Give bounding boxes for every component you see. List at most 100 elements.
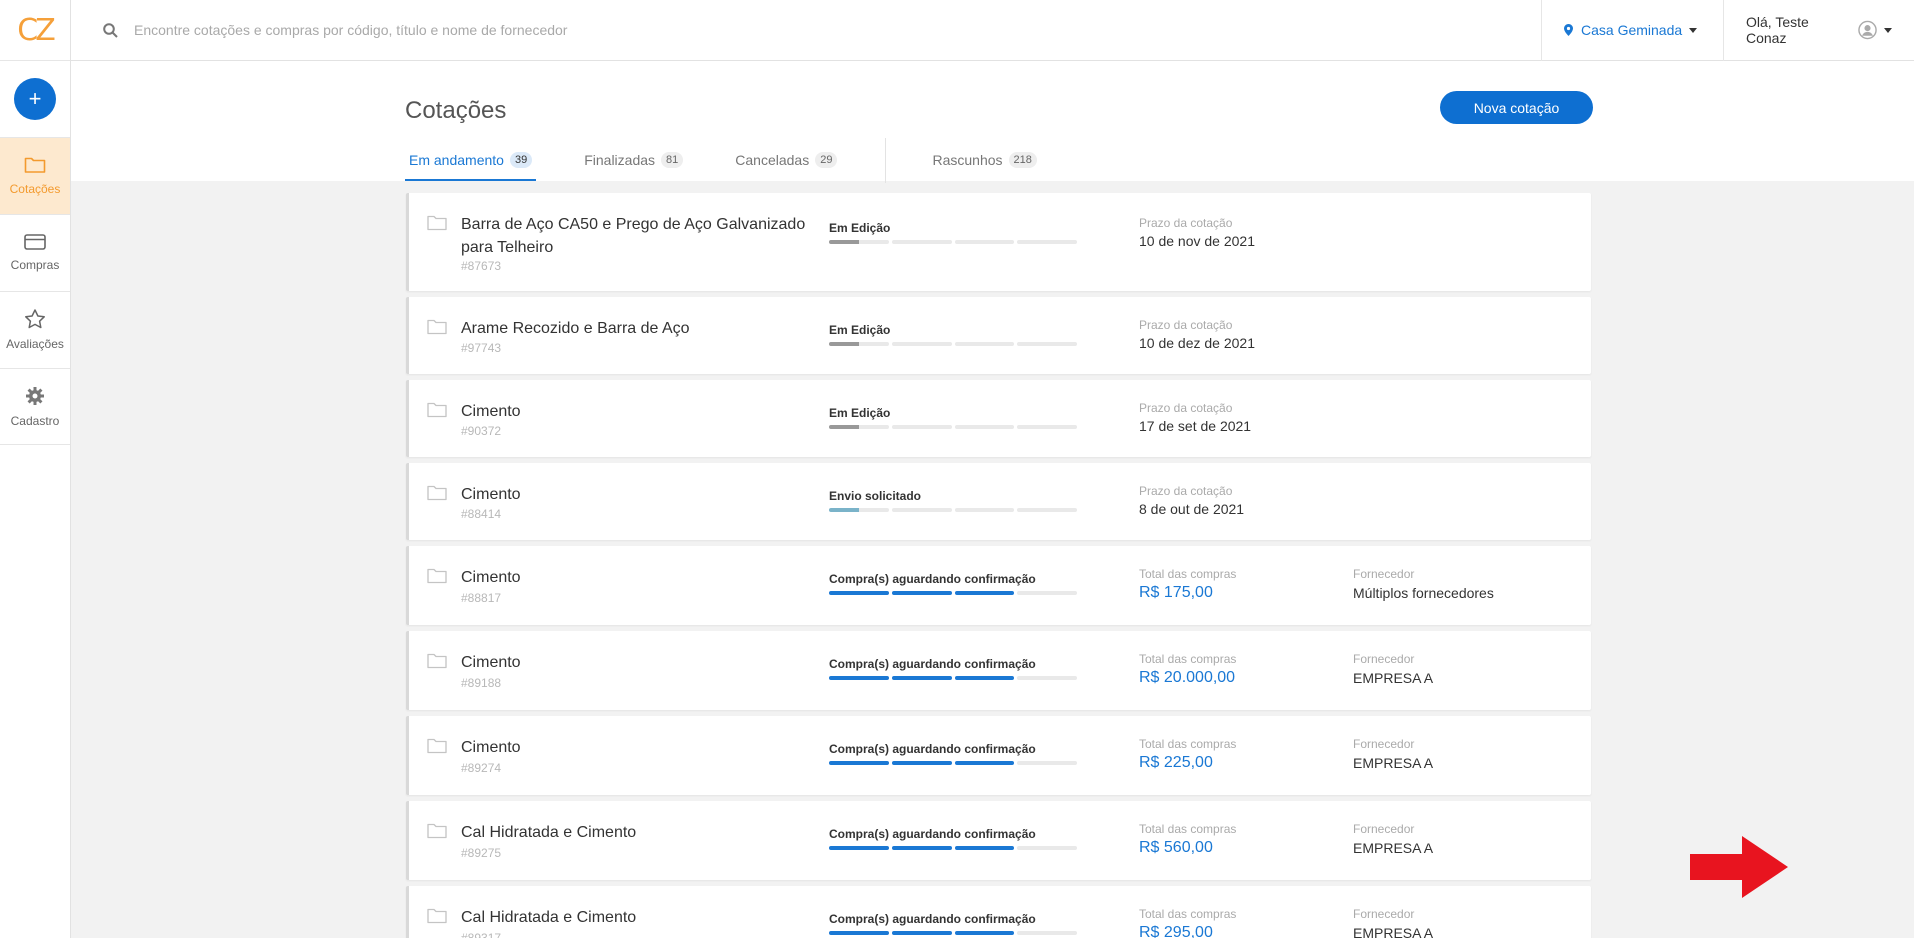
progress-segment — [1017, 591, 1077, 595]
folder-icon — [427, 823, 447, 839]
progress-segment — [954, 508, 1015, 512]
status-label: Compra(s) aguardando confirmação — [829, 912, 1036, 926]
deadline-label: Prazo da cotação — [1139, 484, 1233, 498]
folder-icon — [427, 653, 447, 669]
tab-count-badge: 29 — [815, 152, 838, 168]
location-selector[interactable]: Casa Geminada — [1541, 0, 1723, 61]
total-label: Total das compras — [1139, 652, 1237, 666]
progress-segment — [891, 676, 952, 680]
progress-bar — [829, 676, 1077, 680]
deadline-value: 17 de set de 2021 — [1139, 418, 1252, 434]
sidebar-item-cotacoes[interactable]: Cotações — [0, 137, 70, 214]
list-item[interactable]: Cimento #89188 Compra(s) aguardando conf… — [406, 631, 1591, 710]
progress-bar — [829, 425, 1077, 429]
new-quote-button[interactable]: Nova cotação — [1440, 91, 1593, 124]
total-label: Total das compras — [1139, 567, 1237, 581]
tab-label: Em andamento — [409, 152, 504, 168]
sidebar-item-compras[interactable]: Compras — [0, 214, 70, 291]
logo[interactable]: CZ — [0, 0, 70, 61]
progress-segment — [891, 508, 952, 512]
status-label: Compra(s) aguardando confirmação — [829, 827, 1036, 841]
supplier-value: EMPRESA A — [1353, 840, 1434, 856]
chevron-down-icon — [1689, 27, 1698, 33]
list-item[interactable]: Cal Hidratada e Cimento #89317 Compra(s)… — [406, 886, 1591, 938]
progress-segment — [891, 240, 952, 244]
progress-segment — [829, 508, 889, 512]
credit-card-icon — [24, 234, 46, 250]
quote-title: Cimento — [461, 486, 521, 503]
progress-segment — [829, 342, 889, 346]
progress-segment — [1017, 761, 1077, 765]
deadline-value: 10 de dez de 2021 — [1139, 335, 1255, 351]
list-item[interactable]: Arame Recozido e Barra de Aço #97743 Em … — [406, 297, 1591, 374]
list-item[interactable]: Cal Hidratada e Cimento #89275 Compra(s)… — [406, 801, 1591, 880]
supplier-label: Fornecedor — [1353, 567, 1415, 581]
list-item[interactable]: Cimento #89274 Compra(s) aguardando conf… — [406, 716, 1591, 795]
progress-segment — [829, 591, 889, 595]
map-pin-icon — [1564, 24, 1573, 36]
folder-icon — [427, 908, 447, 924]
new-button[interactable]: + — [14, 78, 56, 120]
status-label: Em Edição — [829, 323, 891, 337]
supplier-value: EMPRESA A — [1353, 755, 1434, 771]
sidebar-item-avaliacoes[interactable]: Avaliações — [0, 291, 70, 368]
progress-segment — [829, 761, 889, 765]
quote-title: Arame Recozido e Barra de Aço — [461, 320, 690, 337]
quote-title: Cimento — [461, 569, 521, 586]
quote-title: Cimento — [461, 654, 521, 671]
progress-segment — [954, 240, 1015, 244]
folder-icon — [427, 568, 447, 584]
progress-segment — [1017, 846, 1077, 850]
deadline-label: Prazo da cotação — [1139, 216, 1233, 230]
sidebar-item-label: Cotações — [9, 182, 61, 196]
search-bar — [71, 22, 1541, 38]
list-item[interactable]: Barra de Aço CA50 e Prego de Aço Galvani… — [406, 193, 1591, 291]
quote-id: #87673 — [461, 259, 502, 273]
new-action-wrapper: + — [0, 61, 70, 137]
list-item[interactable]: Cimento #90372 Em Edição Prazo da cotaçã… — [406, 380, 1591, 457]
supplier-label: Fornecedor — [1353, 652, 1415, 666]
supplier-label: Fornecedor — [1353, 822, 1415, 836]
tab-label: Rascunhos — [932, 152, 1003, 168]
progress-segment — [954, 342, 1015, 346]
search-input[interactable] — [134, 22, 734, 38]
progress-segment — [954, 591, 1015, 595]
deadline-label: Prazo da cotação — [1139, 318, 1233, 332]
chevron-down-icon — [1884, 27, 1892, 33]
sidebar-item-label: Avaliações — [6, 337, 64, 351]
tab-rascunhos[interactable]: Rascunhos 218 — [928, 146, 1040, 181]
quote-title: Cimento — [461, 739, 521, 756]
quote-list: Barra de Aço CA50 e Prego de Aço Galvani… — [406, 193, 1591, 938]
tab-finalizadas[interactable]: Finalizadas 81 — [580, 146, 687, 181]
search-icon — [103, 22, 118, 38]
status-label: Compra(s) aguardando confirmação — [829, 742, 1036, 756]
tab-canceladas[interactable]: Canceladas 29 — [731, 146, 841, 181]
progress-segment — [891, 931, 952, 935]
total-value: R$ 295,00 — [1139, 924, 1213, 938]
supplier-value: Múltiplos fornecedores — [1353, 585, 1494, 601]
progress-segment — [1017, 931, 1077, 935]
status-label: Em Edição — [829, 221, 891, 235]
progress-segment — [954, 761, 1015, 765]
logo-text: CZ — [17, 12, 55, 48]
progress-segment — [891, 761, 952, 765]
quote-id: #89274 — [461, 761, 502, 775]
quote-id: #88817 — [461, 591, 502, 605]
status-label: Compra(s) aguardando confirmação — [829, 572, 1036, 586]
progress-bar — [829, 240, 1077, 244]
progress-segment — [829, 240, 889, 244]
progress-segment — [1017, 240, 1077, 244]
progress-segment — [891, 591, 952, 595]
gear-icon — [26, 386, 44, 405]
folder-icon — [427, 485, 447, 501]
list-item[interactable]: Cimento #88414 Envio solicitado Prazo da… — [406, 463, 1591, 540]
quote-id: #89275 — [461, 846, 502, 860]
list-item[interactable]: Cimento #88817 Compra(s) aguardando conf… — [406, 546, 1591, 625]
page-header: Cotações Nova cotação Em andamento 39 Fin… — [71, 61, 1914, 183]
progress-bar — [829, 591, 1077, 595]
quote-id: #90372 — [461, 424, 502, 438]
tab-em-andamento[interactable]: Em andamento 39 — [405, 146, 537, 181]
user-menu[interactable]: Olá, Teste Conaz — [1723, 0, 1914, 61]
sidebar-item-cadastro[interactable]: Cadastro — [0, 368, 70, 445]
quote-id: #88414 — [461, 507, 502, 521]
